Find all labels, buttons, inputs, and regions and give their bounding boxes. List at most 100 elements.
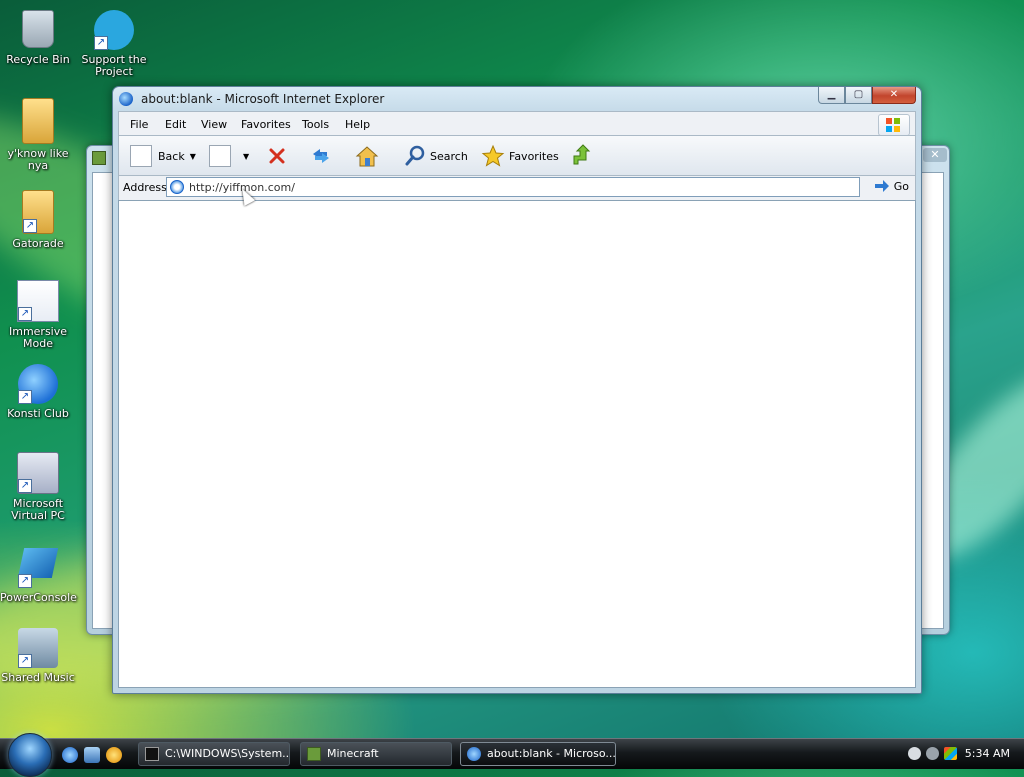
cmd-icon <box>145 747 159 761</box>
search-icon <box>405 145 425 166</box>
address-field[interactable] <box>166 177 860 197</box>
media-player-icon[interactable] <box>106 747 122 763</box>
tray-network-icon[interactable] <box>908 747 921 760</box>
back-label: Back <box>158 149 185 163</box>
task-ie[interactable]: about:blank - Microso... <box>460 742 616 766</box>
task-label: C:\WINDOWS\System... <box>165 747 290 760</box>
desktop-icon-immersive[interactable]: ↗ Immersive Mode <box>0 280 76 350</box>
recycle-bin-icon <box>18 10 58 50</box>
favorites-label: Favorites <box>509 149 559 163</box>
chevron-down-icon: ▼ <box>243 151 250 161</box>
ie-title-bar[interactable]: about:blank - Microsoft Internet Explore… <box>113 87 921 111</box>
task-cmd[interactable]: C:\WINDOWS\System... <box>138 742 290 766</box>
desktop-icon-sharedmusic[interactable]: ↗ Shared Music <box>0 628 76 684</box>
task-minecraft[interactable]: Minecraft <box>300 742 452 766</box>
clock[interactable]: 5:34 AM <box>965 747 1010 760</box>
desktop-icon-label: Immersive Mode <box>8 325 68 350</box>
tray-security-shield-icon[interactable] <box>944 747 957 760</box>
desktop-icon-label: Recycle Bin <box>6 53 70 66</box>
desktop-icon-gatorade[interactable]: ↗ Gatorade <box>0 190 76 250</box>
menu-bar: File Edit View Favorites Tools Help <box>118 111 916 136</box>
back-arrow-icon <box>130 145 152 167</box>
windows-logo-icon <box>878 114 910 136</box>
page-content[interactable] <box>118 200 916 688</box>
refresh-button[interactable] <box>309 143 333 169</box>
folder-icon: ↗ <box>22 190 54 234</box>
home-button[interactable] <box>354 143 380 169</box>
shortcut-arrow-icon: ↗ <box>18 307 32 321</box>
system-tray: 5:34 AM <box>900 739 1024 769</box>
menu-view[interactable]: View <box>201 118 227 131</box>
taskbar: C:\WINDOWS\System... Minecraft about:bla… <box>0 733 1024 777</box>
music-folder-icon: ↗ <box>18 628 58 668</box>
stop-button[interactable] <box>267 143 287 169</box>
task-label: Minecraft <box>327 747 379 760</box>
chevron-down-icon: ▼ <box>189 151 196 161</box>
internet-explorer-icon[interactable] <box>62 747 78 763</box>
refresh-icon <box>313 149 329 163</box>
address-bar: Address Go <box>118 175 916 201</box>
ie-window[interactable]: about:blank - Microsoft Internet Explore… <box>112 86 922 694</box>
forward-button[interactable]: ▼ <box>209 143 249 169</box>
task-label: about:blank - Microso... <box>487 747 616 760</box>
go-arrow-icon <box>874 180 889 192</box>
desktop-icon-label: PowerConsole <box>0 591 77 604</box>
internet-explorer-icon: ↗ <box>18 364 58 404</box>
green-arrow-icon <box>573 144 591 165</box>
desktop-icon-virtualpc[interactable]: ↗ Microsoft Virtual PC <box>0 452 76 522</box>
window-title: about:blank - Microsoft Internet Explore… <box>141 92 385 106</box>
folder-icon <box>22 98 54 144</box>
menu-edit[interactable]: Edit <box>165 118 186 131</box>
start-button[interactable] <box>8 733 52 777</box>
forward-arrow-icon <box>209 145 231 167</box>
address-label: Address <box>123 181 167 194</box>
desktop-icon-konsti[interactable]: ↗ Konsti Club <box>0 364 76 420</box>
desktop-icon-powerconsole[interactable]: ↗ PowerConsole <box>0 544 77 604</box>
page-icon <box>170 180 184 194</box>
standard-toolbar: Back ▼ ▼ Search Favorites <box>118 135 916 176</box>
shortcut-arrow-icon: ↗ <box>18 654 32 668</box>
minecraft-icon <box>307 747 321 761</box>
desktop-icon-label: Microsoft Virtual PC <box>11 497 65 522</box>
address-input[interactable] <box>189 179 849 195</box>
virtual-pc-icon: ↗ <box>17 452 59 494</box>
stop-x-icon <box>269 148 285 164</box>
internet-explorer-icon <box>119 92 133 106</box>
desktop-icon-label: Gatorade <box>12 237 64 250</box>
desktop-icon-yknow[interactable]: y'know like nya <box>0 98 76 172</box>
go-button[interactable]: Go <box>874 179 909 193</box>
show-desktop-icon[interactable] <box>84 747 100 763</box>
go-label: Go <box>893 179 909 193</box>
desktop-icon-recycle-bin[interactable]: Recycle Bin <box>0 8 76 66</box>
support-heart-icon: ↗ <box>94 10 134 50</box>
menu-help[interactable]: Help <box>345 118 370 131</box>
shortcut-arrow-icon: ↗ <box>94 36 108 50</box>
menu-file[interactable]: File <box>130 118 148 131</box>
maximize-button[interactable]: ▢ <box>845 87 872 104</box>
gear-window-icon: ↗ <box>17 280 59 322</box>
shortcut-arrow-icon: ↗ <box>18 479 32 493</box>
desktop-icon-label: y'know like nya <box>7 147 69 172</box>
search-label: Search <box>430 149 468 163</box>
desktop-icon-label: Support the Project <box>81 53 147 78</box>
shortcut-arrow-icon: ↗ <box>23 219 37 233</box>
favorites-button[interactable]: Favorites <box>481 143 559 169</box>
home-icon <box>355 146 379 167</box>
media-button[interactable] <box>569 143 593 169</box>
shortcut-arrow-icon: ↗ <box>18 574 32 588</box>
search-button[interactable]: Search <box>404 143 468 169</box>
desktop-icon-label: Shared Music <box>1 671 75 684</box>
desktop-icon-label: Konsti Club <box>7 407 69 420</box>
minecraft-icon <box>92 151 106 165</box>
minimize-button[interactable]: ▁ <box>818 87 845 104</box>
shortcut-arrow-icon: ↗ <box>18 390 32 404</box>
tray-volume-icon[interactable] <box>926 747 939 760</box>
back-button[interactable]: Back ▼ <box>130 143 196 169</box>
minecraft-close-button[interactable]: ✕ <box>923 148 947 162</box>
desktop-icon-support[interactable]: ↗ Support the Project <box>76 10 152 78</box>
menu-tools[interactable]: Tools <box>302 118 329 131</box>
menu-favorites[interactable]: Favorites <box>241 118 291 131</box>
internet-explorer-icon <box>467 747 481 761</box>
close-button[interactable]: ✕ <box>872 87 916 104</box>
star-icon <box>481 144 505 167</box>
